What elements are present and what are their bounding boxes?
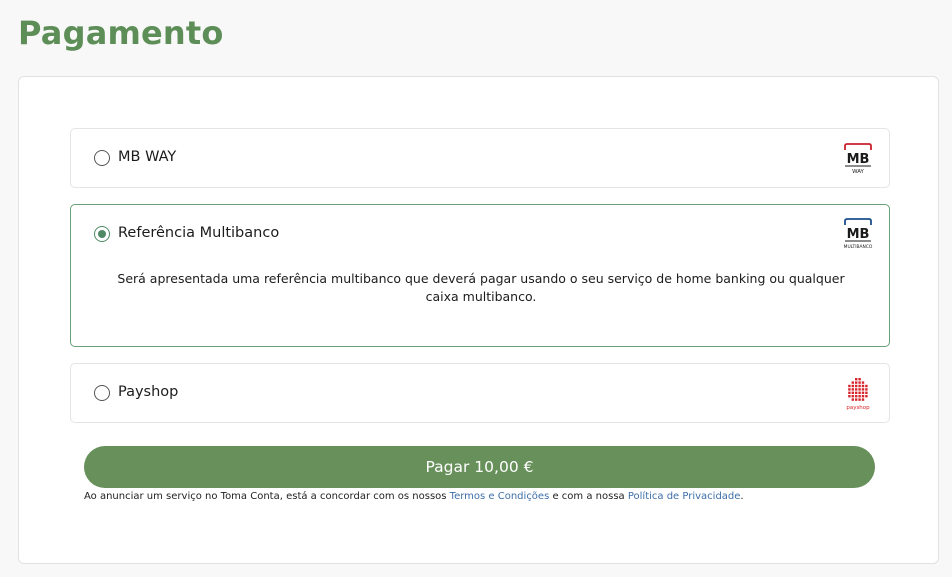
terms-link[interactable]: Termos e Condições: [450, 491, 550, 502]
multibanco-logo: MB MULTIBANCO: [844, 218, 873, 250]
mbway-radio[interactable]: [94, 150, 110, 166]
page-title: Pagamento: [18, 14, 224, 52]
payment-option-multibanco[interactable]: Referência Multibanco MB MULTIBANCO Será…: [70, 204, 890, 347]
multibanco-logo-sub: MULTIBANCO: [844, 244, 873, 250]
payshop-label: Payshop: [118, 384, 179, 400]
payshop-radio[interactable]: [94, 385, 110, 401]
multibanco-description: Será apresentada uma referência multiban…: [117, 271, 845, 304]
payshop-logo-sub: payshop: [846, 405, 870, 411]
mbway-logo-main: MB: [847, 152, 870, 167]
multibanco-radio[interactable]: [94, 226, 110, 242]
payment-card: MB WAY MB WAY Referência Multibanco MB M…: [18, 76, 939, 564]
multibanco-label: Referência Multibanco: [118, 225, 280, 241]
terms-notice: Ao anunciar um serviço no Toma Conta, es…: [84, 491, 744, 502]
mbway-logo: MB WAY: [844, 143, 872, 175]
privacy-link[interactable]: Política de Privacidade: [628, 491, 741, 502]
multibanco-logo-main: MB: [847, 227, 870, 242]
mbway-label: MB WAY: [118, 149, 177, 165]
pay-button[interactable]: Pagar 10,00 €: [84, 446, 875, 488]
payment-option-mbway[interactable]: MB WAY MB WAY: [70, 128, 890, 188]
payshop-logo: payshop: [846, 378, 870, 411]
terms-suffix: .: [740, 491, 744, 502]
terms-middle: e com a nossa: [549, 491, 628, 502]
mbway-logo-sub: WAY: [852, 169, 864, 175]
terms-prefix: Ao anunciar um serviço no Toma Conta, es…: [84, 491, 450, 502]
payment-option-payshop[interactable]: Payshop payshop: [70, 363, 890, 423]
